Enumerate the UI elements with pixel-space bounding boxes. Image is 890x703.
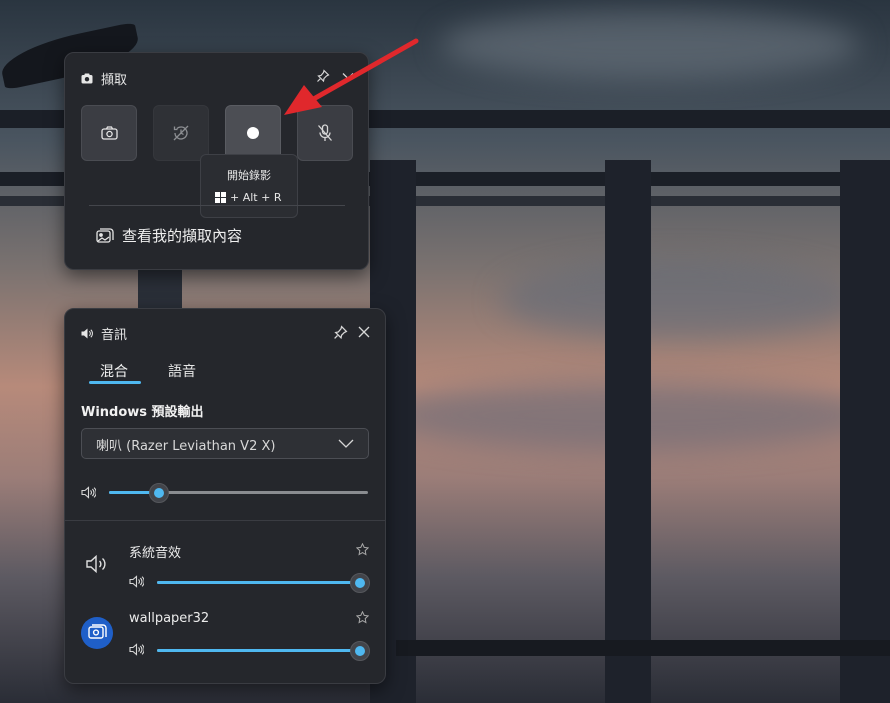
pin-icon: [333, 324, 347, 339]
slider-thumb[interactable]: [149, 483, 169, 503]
slider-thumb[interactable]: [350, 573, 370, 593]
view-captures-label: 查看我的擷取內容: [122, 227, 243, 245]
capture-title: 擷取: [101, 73, 128, 88]
tooltip-shortcut-row: + Alt + R: [215, 191, 281, 204]
audio-header: 音訊: [81, 324, 127, 343]
gallery-icon: [96, 227, 114, 243]
tab-voice[interactable]: 語音: [168, 361, 196, 381]
camera-icon: [81, 73, 93, 84]
app-name-system-sounds: 系統音效: [129, 546, 182, 561]
windows-icon: [215, 192, 226, 203]
slider-fill: [157, 649, 359, 652]
history-icon: [173, 125, 189, 141]
slider-fill: [157, 581, 359, 584]
volume-icon: [129, 643, 144, 656]
wallpaper-engine-icon: [88, 624, 107, 639]
tab-mix[interactable]: 混合: [100, 361, 128, 381]
close-icon: [358, 326, 370, 338]
close-button[interactable]: [354, 322, 374, 342]
wallpaper32-app-icon: [81, 617, 113, 649]
tooltip-shortcut: + Alt + R: [230, 191, 282, 204]
slider-thumb[interactable]: [350, 641, 370, 661]
annotation-arrow: [284, 38, 419, 115]
star-icon[interactable]: [356, 611, 369, 624]
tooltip-title: 開始錄影: [227, 169, 271, 182]
star-icon[interactable]: [356, 543, 369, 556]
volume-icon: [129, 575, 144, 588]
system-sounds-icon: [86, 554, 106, 574]
record-icon: [247, 127, 259, 139]
output-heading: Windows 預設輸出: [81, 405, 204, 420]
record-last-30s-button[interactable]: [153, 105, 209, 161]
tab-mix-indicator: [89, 381, 141, 384]
screenshot-button[interactable]: [81, 105, 137, 161]
capture-header: 擷取: [81, 69, 127, 88]
view-captures-link[interactable]: 查看我的擷取內容: [96, 225, 242, 246]
mic-off-icon: [318, 124, 332, 141]
app-name-wallpaper32: wallpaper32: [129, 611, 210, 626]
volume-icon: [81, 486, 96, 499]
capture-divider: [89, 205, 345, 206]
camera-icon: [100, 126, 118, 140]
audio-divider: [65, 520, 385, 521]
audio-title: 音訊: [101, 328, 128, 343]
chevron-down-icon: [338, 439, 354, 448]
output-device-select[interactable]: 喇叭 (Razer Leviathan V2 X): [81, 428, 369, 459]
audio-widget: 音訊 混合 語音 Windows 預設輸出 喇叭 (Razer Leviatha…: [64, 308, 386, 684]
pin-button[interactable]: [330, 322, 350, 342]
output-device-value: 喇叭 (Razer Leviathan V2 X): [96, 439, 276, 454]
record-tooltip: 開始錄影 + Alt + R: [200, 154, 298, 218]
speaker-icon: [81, 328, 93, 339]
